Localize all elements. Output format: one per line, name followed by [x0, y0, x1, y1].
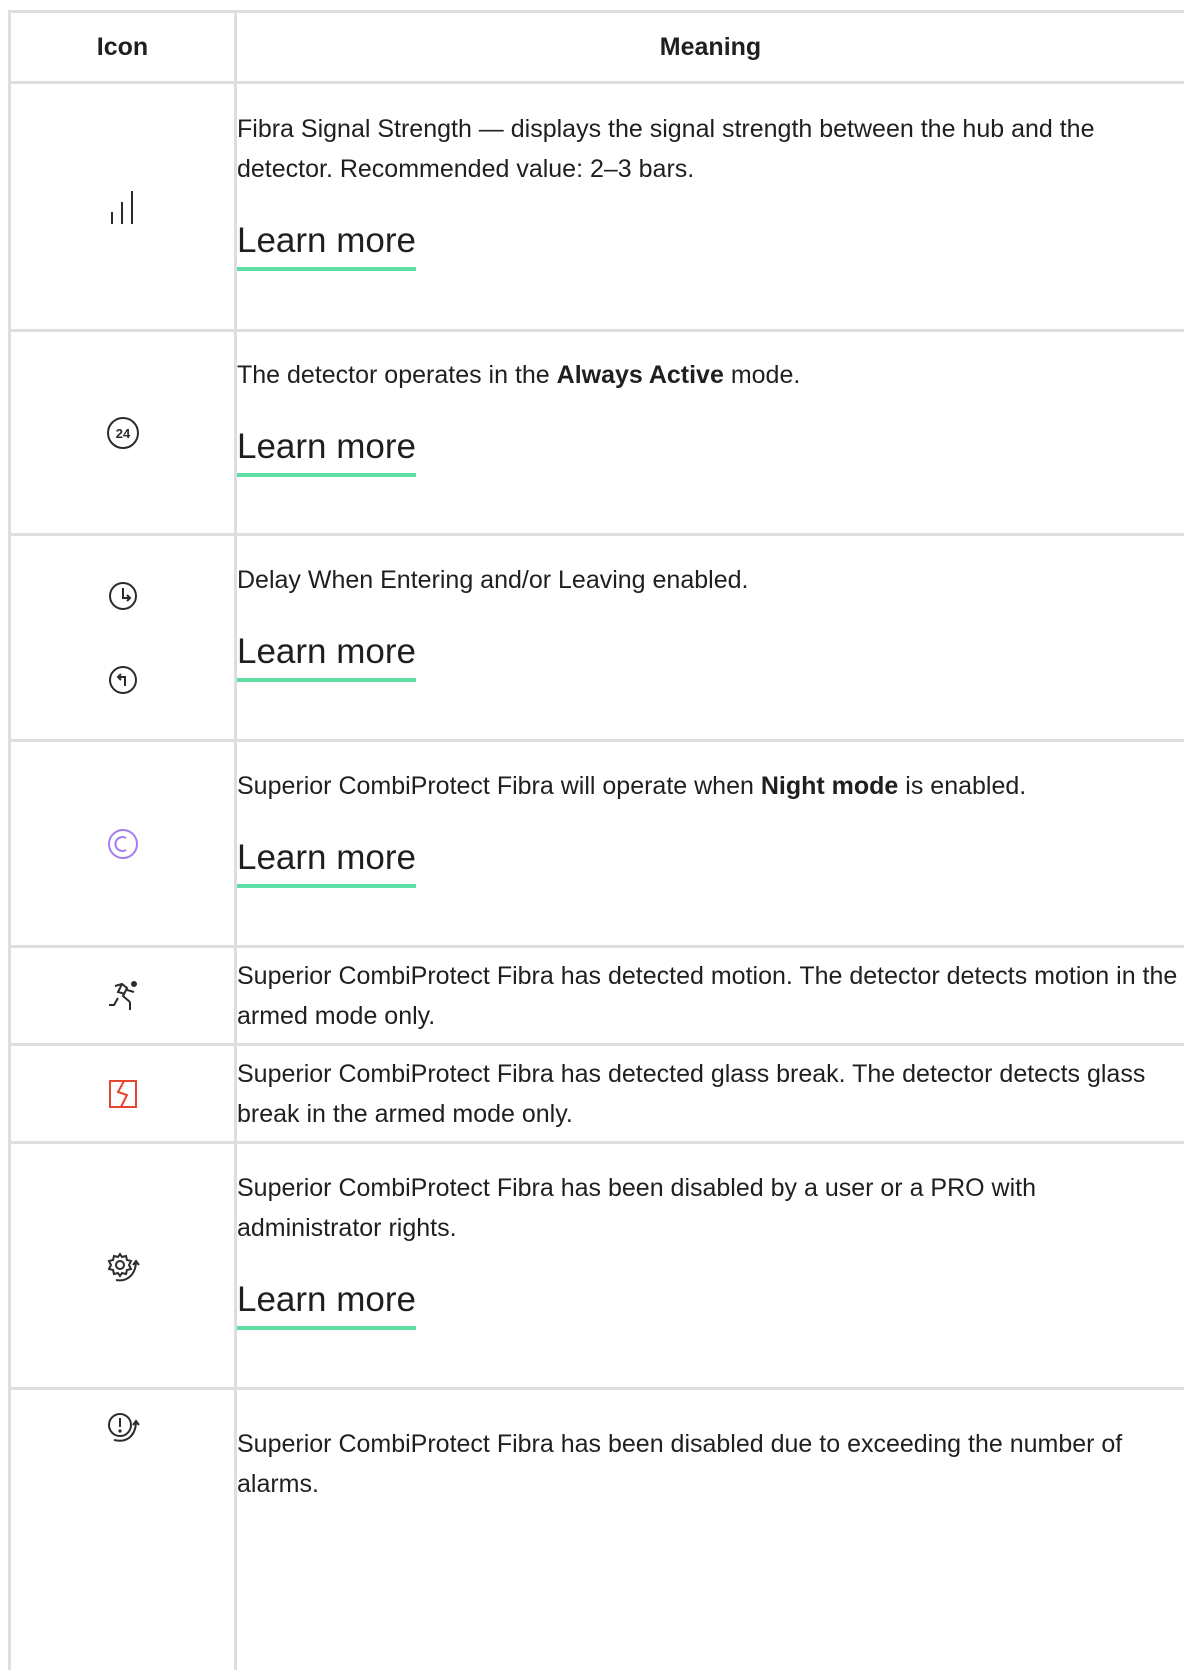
table-header-row: Icon Meaning: [8, 10, 1184, 84]
description-text: Superior CombiProtect Fibra will operate…: [237, 771, 761, 800]
icon-cell: [8, 945, 237, 1046]
icon-cell: [8, 739, 237, 948]
table-row: Fibra Signal Strength — displays the sig…: [8, 81, 1184, 332]
learn-more-link[interactable]: Learn more: [237, 628, 416, 682]
night-mode-icon: [107, 828, 138, 859]
icon-cell: [8, 533, 237, 742]
row-description: Superior CombiProtect Fibra will operate…: [237, 766, 1184, 806]
icon-cell: [8, 81, 237, 332]
table-row: Superior CombiProtect Fibra will operate…: [8, 739, 1184, 948]
table-row: Superior CombiProtect Fibra has detected…: [8, 945, 1184, 1046]
always-active-24-icon: 24: [106, 416, 139, 449]
description-bold-text: Night mode: [760, 771, 899, 800]
description-text: Superior CombiProtect Fibra has been dis…: [237, 1430, 1123, 1498]
disabled-alarms-exceeded-icon: [107, 1413, 140, 1442]
always-active-24-label: 24: [115, 426, 130, 441]
meaning-cell: Delay When Entering and/or Leaving enabl…: [234, 533, 1184, 742]
signal-bars-icon: [110, 190, 133, 224]
description-text: is enabled.: [898, 771, 1027, 800]
icon-cell: [8, 1387, 237, 1670]
meaning-column-header: Meaning: [234, 10, 1184, 84]
icons-meaning-table: Icon Meaning Fibra Signal Strength — dis…: [8, 10, 1184, 1670]
meaning-cell: Superior CombiProtect Fibra has been dis…: [234, 1141, 1184, 1390]
meaning-cell: The detector operates in the Always Acti…: [234, 329, 1184, 536]
icon-cell: 24: [8, 329, 237, 536]
description-text: Fibra Signal Strength — displays the sig…: [237, 114, 1095, 183]
row-description: Superior CombiProtect Fibra has been dis…: [237, 1424, 1184, 1504]
description-text: Superior CombiProtect Fibra has been dis…: [237, 1173, 1036, 1242]
icon-cell: [8, 1043, 237, 1144]
description-text: Superior CombiProtect Fibra has detected…: [237, 961, 1178, 1030]
row-description: The detector operates in the Always Acti…: [237, 355, 1184, 395]
learn-more-link[interactable]: Learn more: [237, 423, 416, 477]
meaning-cell: Fibra Signal Strength — displays the sig…: [234, 81, 1184, 332]
motion-detected-icon: [108, 980, 137, 1010]
row-description: Superior CombiProtect Fibra has detected…: [237, 1054, 1184, 1134]
glass-break-icon: [108, 1079, 137, 1108]
description-bold-text: Always Active: [556, 360, 724, 389]
meaning-cell: Superior CombiProtect Fibra has detected…: [234, 945, 1184, 1046]
table-row: Superior CombiProtect Fibra has been dis…: [8, 1387, 1184, 1670]
description-text: Delay When Entering and/or Leaving enabl…: [237, 565, 749, 594]
entry-delay-clock-icon: [108, 581, 137, 610]
row-description: Superior CombiProtect Fibra has detected…: [237, 956, 1184, 1036]
row-description: Delay When Entering and/or Leaving enabl…: [237, 560, 1184, 600]
meaning-cell: Superior CombiProtect Fibra has detected…: [234, 1043, 1184, 1144]
learn-more-link[interactable]: Learn more: [237, 1276, 416, 1330]
exit-delay-clock-icon: [108, 665, 137, 694]
meaning-cell: Superior CombiProtect Fibra will operate…: [234, 739, 1184, 948]
table-row: 24 The detector operates in the Always A…: [8, 329, 1184, 536]
description-text: mode.: [723, 360, 801, 389]
table-row: Delay When Entering and/or Leaving enabl…: [8, 533, 1184, 742]
row-description: Superior CombiProtect Fibra has been dis…: [237, 1168, 1184, 1248]
learn-more-link[interactable]: Learn more: [237, 834, 416, 888]
description-text: The detector operates in the: [237, 360, 557, 389]
row-description: Fibra Signal Strength — displays the sig…: [237, 109, 1184, 189]
table-row: Superior CombiProtect Fibra has detected…: [8, 1043, 1184, 1144]
disabled-by-user-gear-icon: [107, 1251, 140, 1281]
meaning-cell: Superior CombiProtect Fibra has been dis…: [234, 1387, 1184, 1670]
description-text: Superior CombiProtect Fibra has detected…: [237, 1059, 1146, 1128]
learn-more-link[interactable]: Learn more: [237, 217, 416, 271]
icon-column-header: Icon: [8, 10, 237, 84]
table-row: Superior CombiProtect Fibra has been dis…: [8, 1141, 1184, 1390]
icon-cell: [8, 1141, 237, 1390]
